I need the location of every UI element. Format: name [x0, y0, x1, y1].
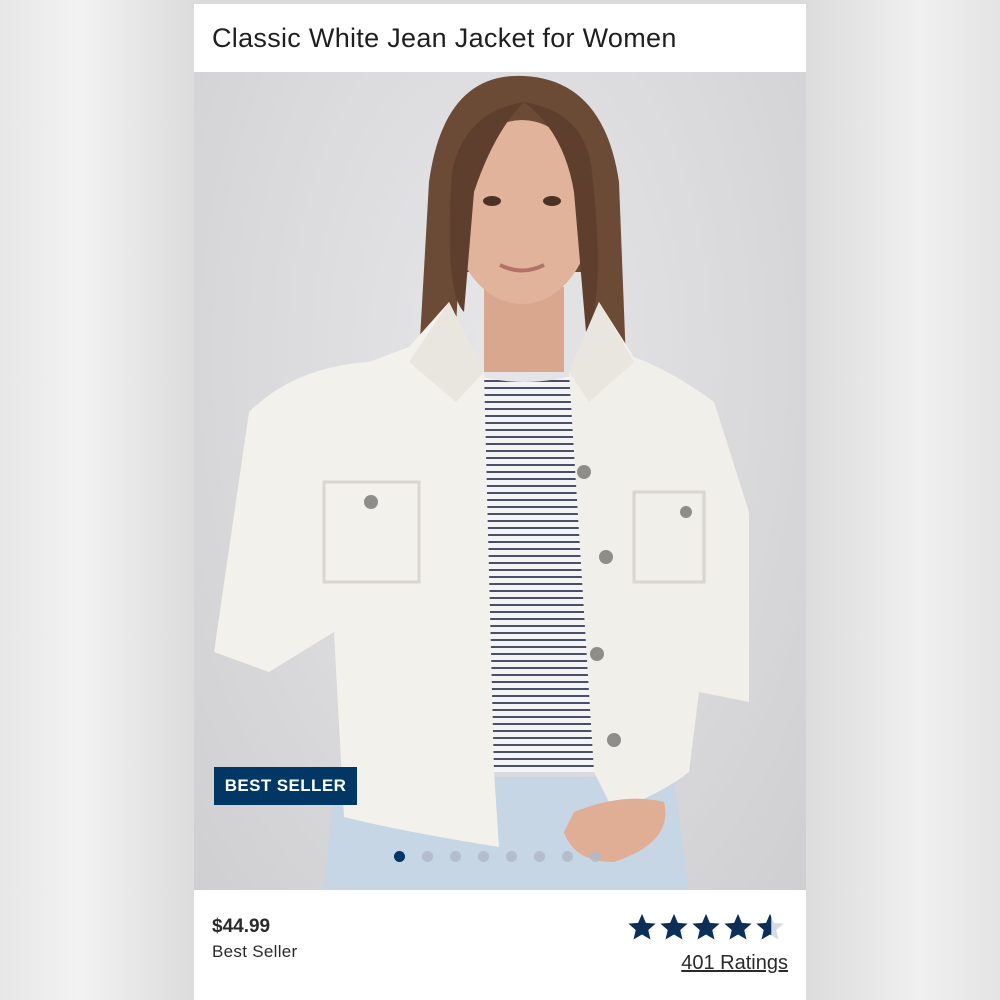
product-title: Classic White Jean Jacket for Women: [212, 22, 677, 53]
ratings-link[interactable]: 401 Ratings: [681, 952, 788, 975]
price-label: Best Seller: [212, 942, 298, 961]
carousel-dot[interactable]: [506, 851, 517, 862]
carousel-dot[interactable]: [590, 851, 601, 862]
star-icon: [692, 913, 720, 940]
half-star-icon: [756, 913, 784, 940]
best-seller-badge: BEST SELLER: [214, 767, 357, 805]
carousel-dot[interactable]: [534, 851, 545, 862]
carousel-dot[interactable]: [394, 851, 405, 862]
carousel-dot[interactable]: [562, 851, 573, 862]
star-rating[interactable]: [627, 912, 785, 942]
product-image[interactable]: BEST SELLER: [194, 72, 806, 890]
carousel-dot[interactable]: [422, 851, 433, 862]
carousel-dot[interactable]: [450, 851, 461, 862]
star-icon: [628, 913, 656, 940]
title-bar: Classic White Jean Jacket for Women: [194, 4, 806, 72]
star-icon: [724, 913, 752, 940]
product-card[interactable]: Classic White Jean Jacket for Women BEST…: [194, 4, 806, 1000]
star-icon: [660, 913, 688, 940]
product-price: $44.99: [212, 916, 271, 937]
carousel-dot[interactable]: [478, 851, 489, 862]
carousel-dots[interactable]: [394, 851, 601, 862]
